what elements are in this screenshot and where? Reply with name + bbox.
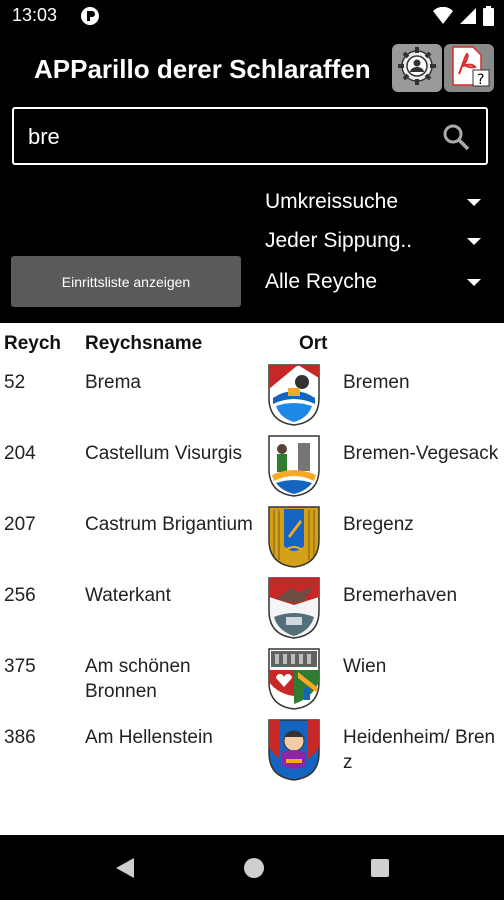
pdf-help-icon: ? bbox=[447, 44, 491, 93]
meeting-dropdown[interactable]: Jeder Sippung.. bbox=[265, 223, 485, 259]
row-place: Bremen bbox=[343, 372, 410, 393]
row-name: Castellum Visurgis bbox=[85, 443, 242, 464]
back-triangle-icon[interactable] bbox=[114, 857, 136, 884]
settings-button[interactable] bbox=[392, 44, 442, 92]
column-header-place: Ort bbox=[299, 333, 328, 354]
row-place: Heidenheim/ Brenz bbox=[343, 727, 496, 773]
row-number: 375 bbox=[4, 656, 36, 677]
table-row[interactable]: 375 Am schönen Bronnen Wien bbox=[0, 648, 504, 724]
region-label: Alle Reyche bbox=[265, 270, 378, 293]
row-number: 52 bbox=[4, 372, 26, 393]
row-name: Am schönen Bronnen bbox=[85, 656, 191, 702]
row-name: Waterkant bbox=[85, 585, 171, 606]
table-row[interactable]: 52 Brema Bremen bbox=[0, 364, 504, 440]
row-number: 256 bbox=[4, 585, 36, 606]
coat-of-arms-icon bbox=[268, 364, 320, 426]
dropdown-arrow-icon bbox=[467, 199, 481, 206]
column-header-reych: Reych bbox=[4, 333, 62, 354]
row-place: Wien bbox=[343, 656, 387, 677]
recents-square-icon[interactable] bbox=[370, 858, 390, 883]
coat-of-arms-icon bbox=[268, 506, 320, 568]
system-navigation-bar bbox=[0, 835, 504, 900]
results-table: Reych Reychsname Ort 52 Brema Bremen 204… bbox=[0, 323, 504, 835]
row-place: Bregenz bbox=[343, 514, 414, 535]
table-row[interactable]: 256 Waterkant Bremerhaven bbox=[0, 577, 504, 653]
row-place: Bremerhaven bbox=[343, 585, 458, 606]
radius-search-label: Umkreissuche bbox=[265, 190, 399, 213]
app-notification-icon bbox=[80, 6, 100, 26]
table-row[interactable]: 204 Castellum Visurgis Bremen-Vegesack bbox=[0, 435, 504, 511]
region-dropdown[interactable]: Alle Reyche bbox=[265, 264, 485, 300]
status-icons bbox=[433, 6, 494, 31]
meeting-label: Jeder Sippung.. bbox=[265, 229, 413, 252]
coat-of-arms-icon bbox=[268, 577, 320, 639]
row-name: Castrum Brigantium bbox=[85, 514, 253, 535]
search-input[interactable] bbox=[28, 121, 428, 153]
status-time: 13:03 bbox=[12, 5, 58, 25]
search-box bbox=[12, 107, 488, 165]
row-name: Brema bbox=[85, 372, 141, 393]
table-row[interactable]: 207 Castrum Brigantium Bregenz bbox=[0, 506, 504, 582]
status-bar: 13:03 bbox=[0, 0, 504, 32]
home-circle-icon[interactable] bbox=[243, 857, 265, 884]
battery-icon bbox=[483, 6, 494, 31]
app-title: APParillo derer Schlaraffen bbox=[34, 54, 371, 84]
dropdown-arrow-icon bbox=[467, 238, 481, 245]
radius-search-dropdown[interactable]: Umkreissuche bbox=[265, 184, 485, 220]
wifi-icon bbox=[433, 6, 453, 30]
coat-of-arms-icon bbox=[268, 648, 320, 710]
row-number: 207 bbox=[4, 514, 36, 535]
signal-icon bbox=[459, 7, 477, 30]
row-name: Am Hellenstein bbox=[85, 727, 213, 748]
svg-text:?: ? bbox=[477, 72, 484, 88]
entry-list-button[interactable]: Einrittsliste anzeigen bbox=[11, 256, 241, 307]
row-number: 204 bbox=[4, 443, 36, 464]
search-icon[interactable] bbox=[442, 123, 470, 156]
coat-of-arms-icon bbox=[268, 719, 320, 781]
dropdown-arrow-icon bbox=[467, 279, 481, 286]
table-row[interactable]: 386 Am Hellenstein Heidenheim/ Brenz bbox=[0, 719, 504, 795]
coat-of-arms-icon bbox=[268, 435, 320, 497]
column-header-name: Reychsname bbox=[85, 333, 203, 354]
row-number: 386 bbox=[4, 727, 36, 748]
row-place: Bremen-Vegesack bbox=[343, 443, 499, 464]
pdf-help-button[interactable]: ? bbox=[444, 44, 494, 92]
gear-person-icon bbox=[396, 45, 438, 92]
